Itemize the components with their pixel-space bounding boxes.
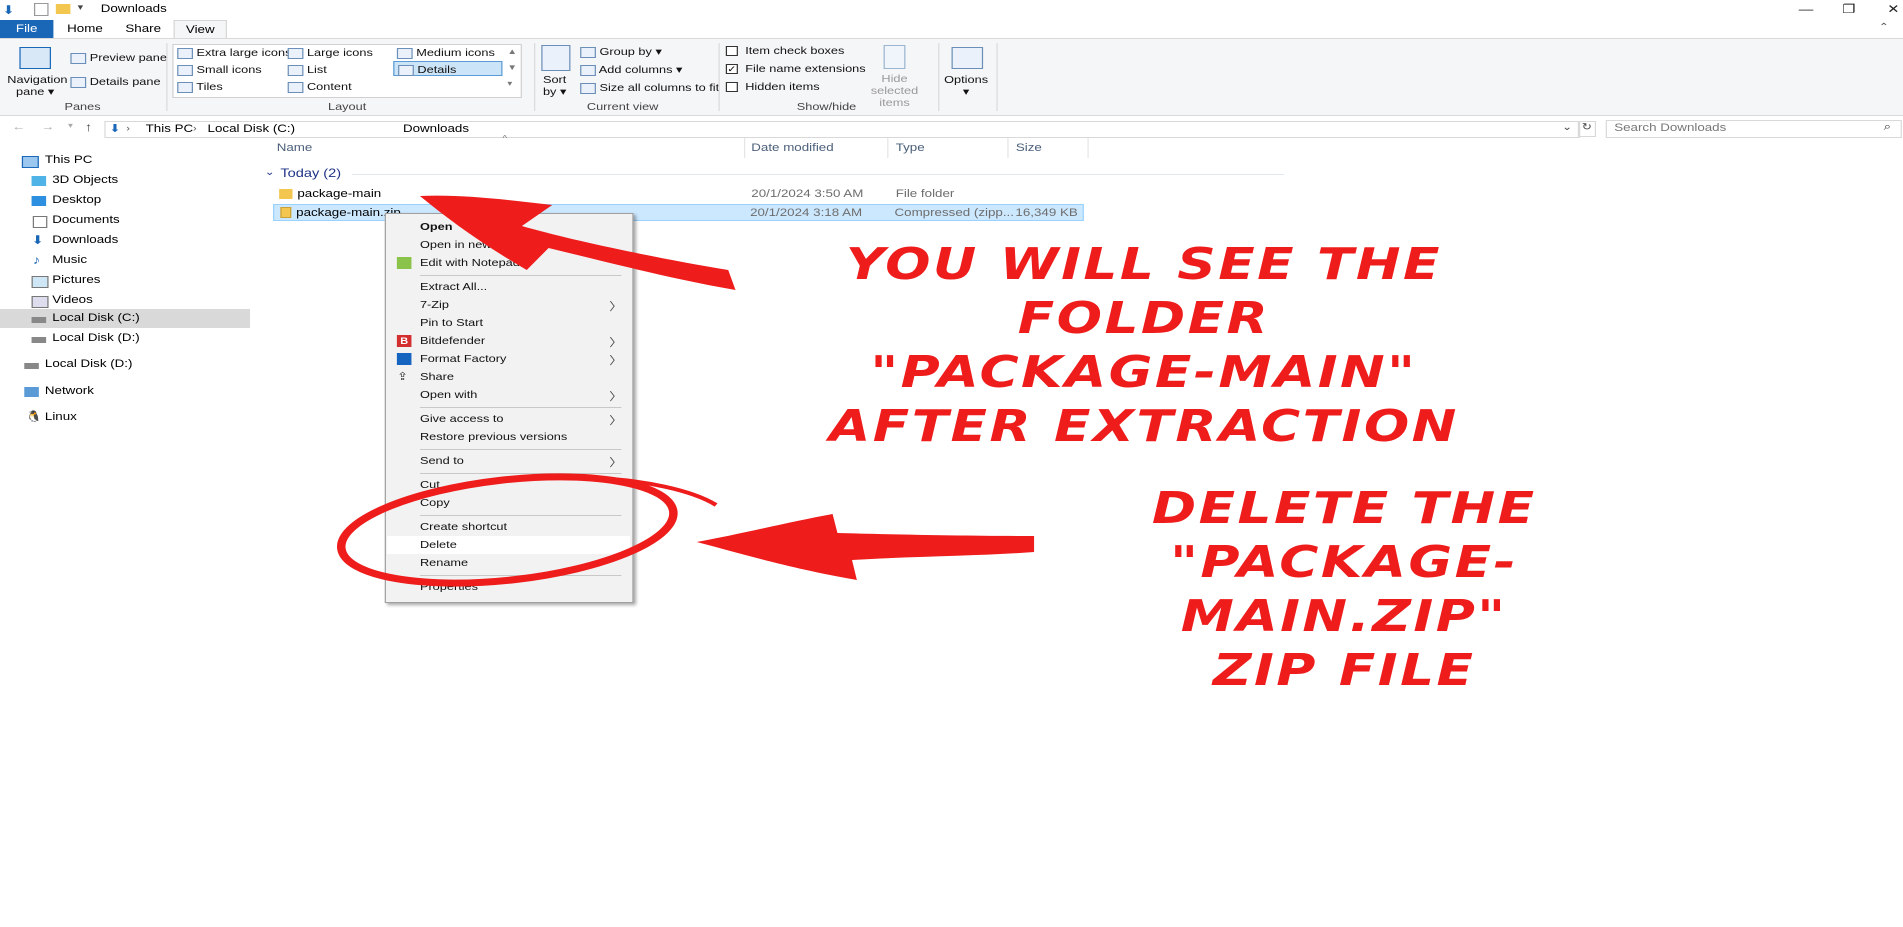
annotation-arrow-bottom: [696, 514, 1035, 580]
annotation-text-bottom: DELETE THE "PACKAGE-MAIN.ZIP" ZIP FILE: [1044, 482, 1645, 698]
annotation-line: ZIP FILE: [1212, 645, 1476, 696]
annotation-line: DELETE THE: [1151, 483, 1537, 534]
annotation-text-top: YOU WILL SEE THE FOLDER "PACKAGE-MAIN" A…: [752, 238, 1535, 454]
annotation-layer: [337, 195, 1035, 587]
annotation-line: YOU WILL SEE THE FOLDER: [845, 239, 1442, 344]
annotation-arrow-top: [419, 195, 736, 290]
annotation-line: "PACKAGE-MAIN": [870, 347, 1418, 398]
annotation-line: "PACKAGE-MAIN.ZIP": [1170, 537, 1519, 642]
annotation-line: AFTER EXTRACTION: [829, 401, 1459, 452]
